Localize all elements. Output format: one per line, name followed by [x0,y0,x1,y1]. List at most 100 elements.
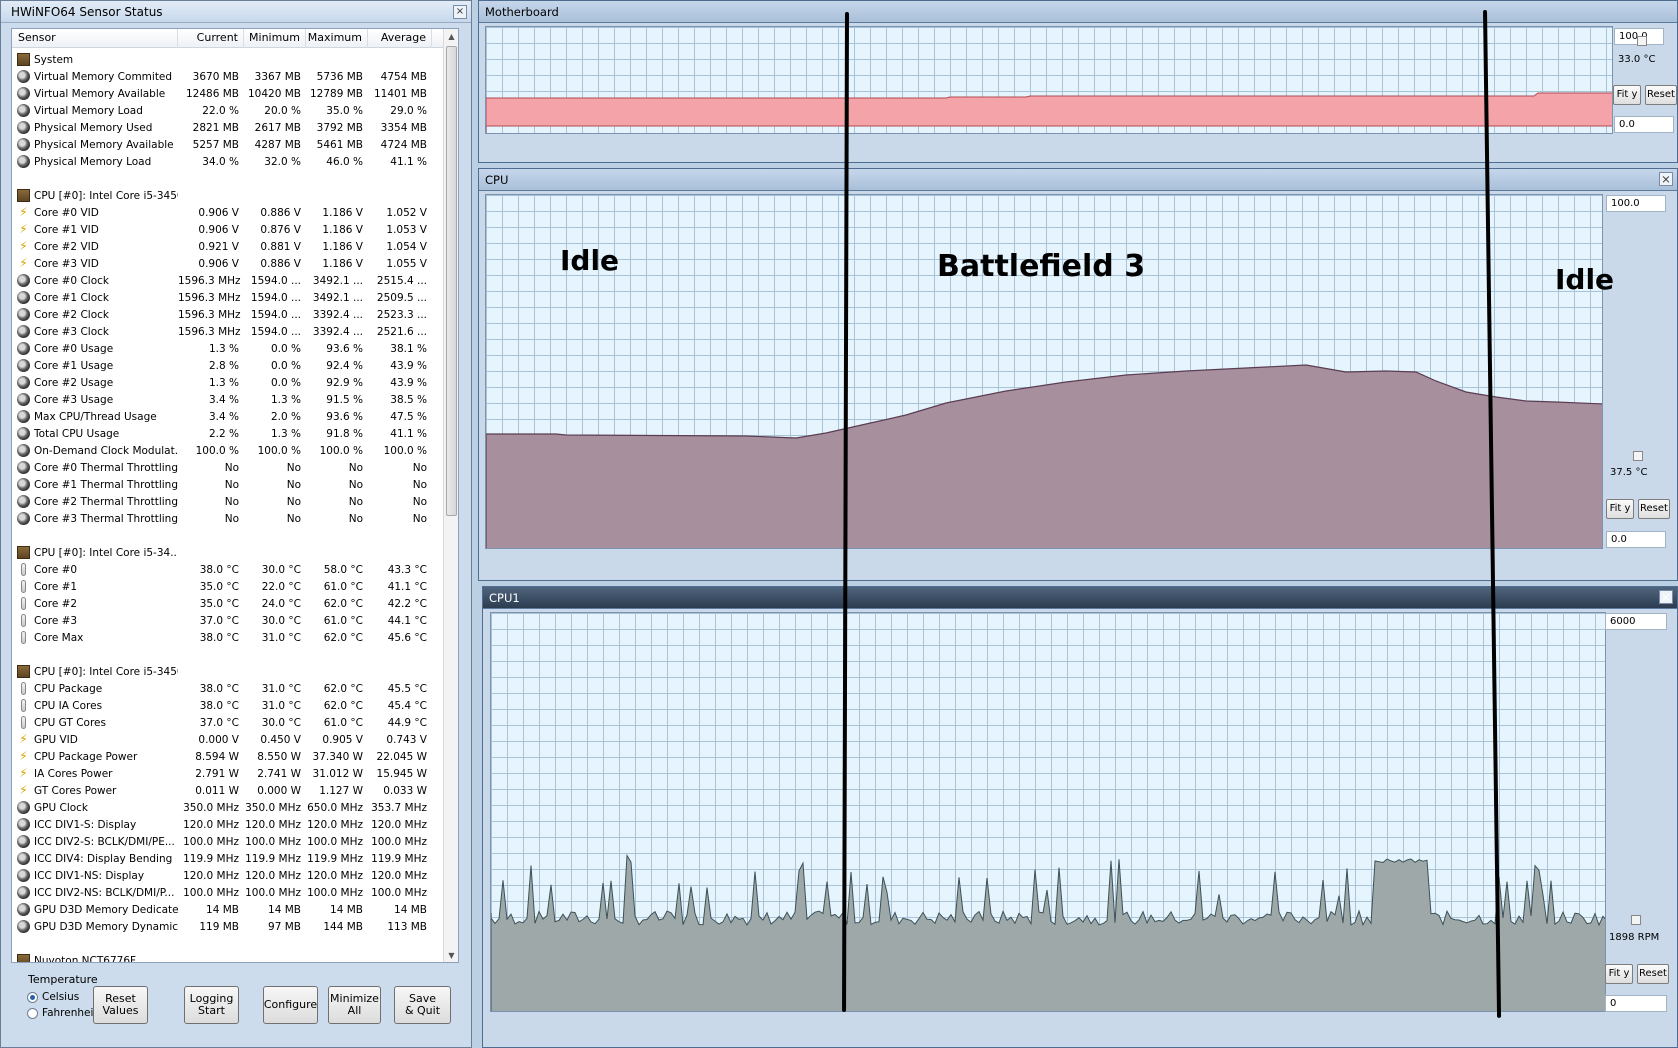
cpu1-reset-button[interactable]: Reset [1637,964,1669,984]
sensor-row[interactable]: ⚡ CPU Package Power 8.594 W 8.550 W 37.340 W… [12,748,444,765]
gauge-icon [17,461,30,474]
sensor-row[interactable]: Core #2 Clock 1596.3 MHz 1594.0 ... 3392.4 … [12,306,444,323]
minimize-all-button[interactable]: Minimize All [328,986,381,1024]
sensor-row[interactable]: Physical Memory Available 5257 MB 4287 MB 5… [12,136,444,153]
average-value: 11401 MB [373,87,427,100]
sensor-list[interactable]: Sensor Current Minimum Maximum Average S… [11,28,459,963]
sensor-row[interactable]: Virtual Memory Commited 3670 MB 3367 MB 573… [12,68,444,85]
sensor-row[interactable]: ICC DIV1-NS: Display 120.0 MHz 120.0 MHz 12… [12,867,444,884]
maximum-value: 5461 MB [316,138,363,151]
logging-start-button[interactable]: Logging Start [184,986,239,1024]
cpu-graph-titlebar[interactable]: CPU × [479,169,1677,191]
sensor-row[interactable]: CPU Package 38.0 °C 31.0 °C 62.0 °C 45.5 °C [12,680,444,697]
sensor-row[interactable]: ICC DIV4: Display Bending 119.9 MHz 119.9 … [12,850,444,867]
sensor-row[interactable]: Virtual Memory Load 22.0 % 20.0 % 35.0 % 29.… [12,102,444,119]
cpu-current-value: 37.5 °C [1610,467,1648,478]
sensor-row[interactable]: Core #1 Thermal Throttling No No No No [12,476,444,493]
sensor-row[interactable]: ⚡ IA Cores Power 2.791 W 2.741 W 31.012 W 15.… [12,765,444,782]
column-header-average[interactable]: Average [368,29,432,48]
close-icon[interactable]: × [1659,172,1673,186]
column-header-maximum[interactable]: Maximum [306,29,368,48]
gauge-icon [17,478,30,491]
vertical-scrollbar[interactable]: ▲ ▼ [443,29,458,962]
sensor-row[interactable]: Core #0 Usage 1.3 % 0.0 % 93.6 % 38.1 % [12,340,444,357]
sensor-row[interactable]: Physical Memory Used 2821 MB 2617 MB 3792 M… [12,119,444,136]
minimum-value: 100.0 % [257,444,301,457]
celsius-radio[interactable]: Celsius [27,991,79,1003]
sensor-row[interactable]: Core Max 38.0 °C 31.0 °C 62.0 °C 45.6 °C [12,629,444,646]
sensor-group-row[interactable]: Nuvoton NCT6776F [12,952,444,962]
column-header-minimum[interactable]: Minimum [244,29,306,48]
sensor-row[interactable]: Core #2 35.0 °C 24.0 °C 62.0 °C 42.2 °C [12,595,444,612]
fahrenheit-radio[interactable]: Fahrenheit [27,1007,98,1019]
cpu-upper-handle[interactable] [1633,451,1643,461]
sensor-row[interactable]: GPU Clock 350.0 MHz 350.0 MHz 650.0 MHz 353.… [12,799,444,816]
cpu-reset-button[interactable]: Reset [1638,499,1670,519]
column-header-current[interactable]: Current [178,29,244,48]
sensor-row[interactable]: CPU IA Cores 38.0 °C 31.0 °C 62.0 °C 45.4 °C [12,697,444,714]
sensor-row[interactable]: Max CPU/Thread Usage 3.4 % 2.0 % 93.6 % 47.5… [12,408,444,425]
sensor-row[interactable]: ⚡ Core #0 VID 0.906 V 0.886 V 1.186 V 1.052 V [12,204,444,221]
average-value: No [412,495,427,508]
minimum-value: 2.0 % [270,410,301,423]
configure-button[interactable]: Configure [263,986,318,1024]
motherboard-fit-y-button[interactable]: Fit y [1613,85,1641,105]
sensor-row[interactable]: Core #3 Clock 1596.3 MHz 1594.0 ... 3392.4 … [12,323,444,340]
sensor-row[interactable]: Core #3 Thermal Throttling No No No No [12,510,444,527]
sensor-row[interactable]: ⚡ GPU VID 0.000 V 0.450 V 0.905 V 0.743 V [12,731,444,748]
sensor-row[interactable]: ICC DIV1-S: Display 120.0 MHz 120.0 MHz 120… [12,816,444,833]
sensor-name-cell: Core #0 Usage [12,342,178,355]
sensor-name-cell: Core #0 Thermal Throttling [12,461,178,474]
sensor-row[interactable]: On-Demand Clock Modulat... 100.0 % 100.0 %… [12,442,444,459]
sensor-row[interactable]: Core #1 Usage 2.8 % 0.0 % 92.4 % 43.9 % [12,357,444,374]
sensor-row[interactable]: Core #0 Clock 1596.3 MHz 1594.0 ... 3492.1 … [12,272,444,289]
scroll-up-icon[interactable]: ▲ [444,29,458,45]
sensor-name: On-Demand Clock Modulat... [34,444,178,457]
sensor-row[interactable]: ⚡ Core #3 VID 0.906 V 0.886 V 1.186 V 1.055 V [12,255,444,272]
sensor-group-row[interactable]: CPU [#0]: Intel Core i5-3450 [12,663,444,680]
sensor-row[interactable]: ICC DIV2-S: BCLK/DMI/PE... 100.0 MHz 100.0… [12,833,444,850]
sensor-group-row[interactable]: System [12,51,444,68]
sensor-status-titlebar[interactable]: HWiNFO64 Sensor Status × [1,1,471,23]
cpu-fit-y-button[interactable]: Fit y [1606,499,1634,519]
reset-values-button[interactable]: Reset Values [93,986,148,1024]
cpu1-graph-titlebar[interactable]: CPU1 × [483,587,1677,609]
sensor-row[interactable]: Core #2 Usage 1.3 % 0.0 % 92.9 % 43.9 % [12,374,444,391]
sensor-status-window: HWiNFO64 Sensor Status × Sensor Current … [0,0,472,1048]
scrollbar-thumb[interactable] [446,46,457,516]
sensor-row[interactable]: ⚡ GT Cores Power 0.011 W 0.000 W 1.127 W 0.03… [12,782,444,799]
sensor-row[interactable]: ⚡ Core #2 VID 0.921 V 0.881 V 1.186 V 1.054 V [12,238,444,255]
scroll-down-icon[interactable]: ▼ [444,948,458,962]
sensor-row[interactable]: Core #0 38.0 °C 30.0 °C 58.0 °C 43.3 °C [12,561,444,578]
sensor-row[interactable]: ICC DIV2-NS: BCLK/DMI/P... 100.0 MHz 100.0… [12,884,444,901]
cpu1-fit-y-button[interactable]: Fit y [1605,964,1633,984]
sensor-row[interactable]: GPU D3D Memory Dynamic 119 MB 97 MB 144 MB 1… [12,918,444,935]
sensor-row[interactable]: Core #3 Usage 3.4 % 1.3 % 91.5 % 38.5 % [12,391,444,408]
sensor-row[interactable]: Physical Memory Load 34.0 % 32.0 % 46.0 % 41… [12,153,444,170]
sensor-row[interactable]: GPU D3D Memory Dedicated 14 MB 14 MB 14 MB 1… [12,901,444,918]
sensor-row[interactable]: Core #0 Thermal Throttling No No No No [12,459,444,476]
celsius-radio-dot[interactable] [27,991,38,1003]
motherboard-graph-titlebar[interactable]: Motherboard [479,1,1677,23]
sensor-name-cell: ICC DIV1-NS: Display [12,869,178,882]
sensor-row[interactable]: Core #2 Thermal Throttling No No No No [12,493,444,510]
sensor-row[interactable]: ⚡ Core #1 VID 0.906 V 0.876 V 1.186 V 1.053 V [12,221,444,238]
save-and-quit-button[interactable]: Save & Quit [394,986,451,1024]
sensor-row[interactable]: CPU GT Cores 37.0 °C 30.0 °C 61.0 °C 44.9 °C [12,714,444,731]
motherboard-upper-handle[interactable] [1637,36,1647,46]
close-icon[interactable]: × [1659,590,1673,604]
sensor-group-row[interactable]: CPU [#0]: Intel Core i5-3450 [12,187,444,204]
cpu1-upper-handle[interactable] [1631,915,1641,925]
average-value: 4754 MB [380,70,427,83]
minimum-value: 120.0 MHz [245,818,301,831]
sensor-row[interactable]: Virtual Memory Available 12486 MB 10420 MB… [12,85,444,102]
fahrenheit-radio-dot[interactable] [27,1007,38,1019]
sensor-row[interactable]: Total CPU Usage 2.2 % 1.3 % 91.8 % 41.1 % [12,425,444,442]
sensor-row[interactable]: Core #3 37.0 °C 30.0 °C 61.0 °C 44.1 °C [12,612,444,629]
motherboard-reset-button[interactable]: Reset [1645,85,1677,105]
column-header-sensor[interactable]: Sensor [12,29,178,48]
sensor-group-row[interactable]: CPU [#0]: Intel Core i5-34... [12,544,444,561]
close-icon[interactable]: × [453,5,467,19]
sensor-row[interactable]: Core #1 35.0 °C 22.0 °C 61.0 °C 41.1 °C [12,578,444,595]
sensor-row[interactable]: Core #1 Clock 1596.3 MHz 1594.0 ... 3492.1 … [12,289,444,306]
